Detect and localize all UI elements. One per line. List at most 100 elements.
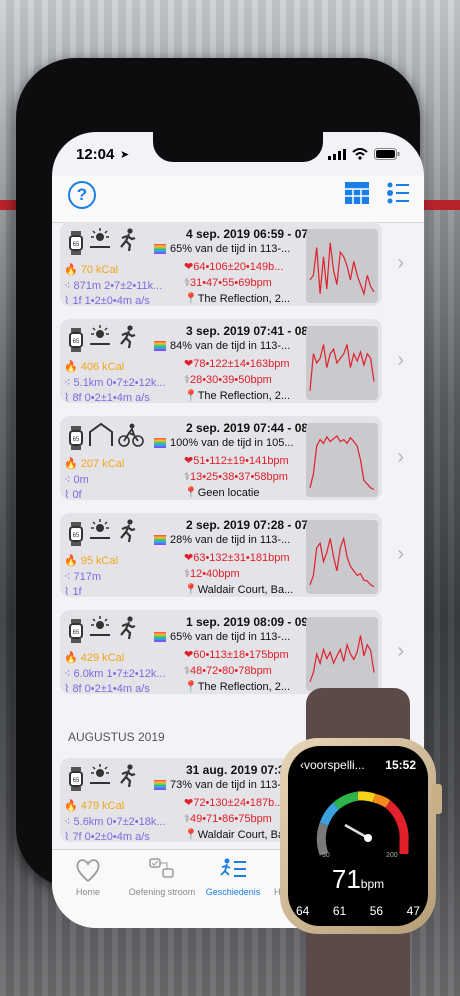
- flame-icon: 🔥: [64, 652, 78, 664]
- workout-card[interactable]: 65 100% van de tijd in 105... 2 sep. 201…: [60, 416, 404, 501]
- zone-rainbow-icon: [154, 244, 166, 255]
- sparkline-series: [309, 635, 375, 683]
- signal-icon: [328, 148, 346, 160]
- heart-rate-variability: ⚕28•30•39•50bpm: [184, 374, 272, 386]
- location: 📍The Reflection, 2...: [184, 390, 291, 402]
- location: 📍The Reflection, 2...: [184, 293, 291, 305]
- chevron-right-icon[interactable]: ›: [397, 252, 404, 275]
- cycling-icon: [118, 423, 144, 447]
- location: 📍The Reflection, 2...: [184, 681, 291, 693]
- zone-rainbow-icon: [154, 780, 166, 791]
- workout-card[interactable]: 65 84% van de tijd in 113-... 3 sep. 201…: [60, 319, 404, 404]
- calories: 🔥 429 kCal: [64, 652, 125, 664]
- tab-home[interactable]: Home: [66, 856, 110, 897]
- heart-rate-sparkline: [306, 326, 378, 400]
- calories: 🔥 95 kCal: [64, 555, 119, 567]
- calories: 🔥 207 kCal: [64, 458, 125, 470]
- calories: 🔥 70 kCal: [64, 264, 119, 276]
- svg-text:65: 65: [73, 339, 80, 345]
- steps-icon: ⁖: [64, 816, 71, 828]
- gauge-high-label: 200: [386, 852, 398, 859]
- watch-value: 61: [332, 904, 347, 918]
- chevron-right-icon[interactable]: ›: [397, 446, 404, 469]
- distance: ⁖ 871m 2•7±2•11k...: [64, 280, 163, 292]
- tab-exercise-flow[interactable]: Oefening stroom: [126, 856, 198, 897]
- sparkline-series: [309, 536, 375, 588]
- watch-screen: ‹voorspelli... 15:52 30 200 71bpm 64 61 …: [288, 746, 428, 926]
- pin-icon: 📍: [184, 390, 198, 402]
- workout-date-title: 2 sep. 2019 07:28 - 07:40: [186, 518, 326, 532]
- watch-crown: [432, 784, 442, 814]
- chevron-right-icon[interactable]: ›: [397, 640, 404, 663]
- watch-bpm-readout: 71bpm: [331, 864, 385, 894]
- top-toolbar: ?: [52, 176, 424, 223]
- chevron-right-icon[interactable]: ›: [397, 349, 404, 372]
- history-runner-icon: [220, 858, 246, 877]
- steps-icon: ⁖: [64, 571, 71, 583]
- distance: ⁖ 6.0km 1•7±2•12k...: [64, 668, 166, 680]
- stairs-icon: ⌇: [64, 683, 70, 695]
- heart-rate-sparkline: [306, 520, 378, 594]
- workout-card[interactable]: 65 65% van de tijd in 113-... 1 sep. 201…: [60, 610, 404, 695]
- stairs-icon: ⌇: [64, 392, 70, 404]
- location: 📍Waldair Court, Ba...: [184, 829, 294, 841]
- stairs-icon: ⌇: [64, 586, 70, 598]
- watch-value: 56: [369, 904, 384, 918]
- watch-title[interactable]: ‹voorspelli...: [300, 758, 365, 772]
- sun-outdoor-icon: [90, 228, 110, 248]
- zone-rainbow-icon: [154, 632, 166, 643]
- sun-outdoor-icon: [90, 519, 110, 539]
- card-icons: 65: [68, 422, 144, 453]
- watch-value: 64: [296, 904, 310, 918]
- heart-icon: ❤: [184, 455, 194, 467]
- running-icon: [120, 616, 136, 640]
- zone-text: 65% van de tijd in 113-...: [170, 243, 291, 255]
- heart-icon: ❤: [184, 797, 194, 809]
- heart-rate: ❤51•112±19•141bpm: [184, 455, 289, 467]
- help-button[interactable]: ?: [68, 181, 96, 209]
- pin-icon: 📍: [184, 584, 198, 596]
- chevron-right-icon[interactable]: ›: [397, 543, 404, 566]
- status-time: 12:04: [76, 146, 115, 163]
- zone-text: 100% van de tijd in 105...: [170, 437, 294, 449]
- zone-line: 84% van de tijd in 113-...: [154, 340, 290, 352]
- running-icon: [120, 764, 136, 788]
- steps-icon: ⁖: [64, 377, 71, 389]
- workout-card[interactable]: 65 65% van de tijd in 113-... 4 sep. 201…: [60, 222, 404, 307]
- sun-outdoor-icon: [90, 764, 110, 784]
- table-view-icon[interactable]: [344, 181, 370, 205]
- heart-rate: ❤60•113±18•175bpm: [184, 649, 289, 661]
- altitude: ⌇ 8f 0•2±1•4m a/s: [64, 392, 150, 404]
- gauge-low-label: 30: [322, 852, 330, 859]
- heart-rate: ❤78•122±14•163bpm: [184, 358, 290, 370]
- watch-icon: 65: [69, 618, 83, 643]
- card-icons: 65: [68, 325, 138, 354]
- distance: ⁖ 717m: [64, 571, 102, 583]
- pin-icon: 📍: [184, 487, 198, 499]
- card-icons: 65: [68, 519, 138, 548]
- heart-rate-sparkline: [306, 229, 378, 303]
- workout-date-title: 1 sep. 2019 08:09 - 09:13: [186, 615, 326, 629]
- flame-icon: 🔥: [64, 555, 78, 567]
- phone-notch: [153, 132, 323, 162]
- pin-icon: 📍: [184, 681, 198, 693]
- running-icon: [120, 519, 136, 543]
- heart-icon: ❤: [184, 552, 194, 564]
- workout-date-title: 3 sep. 2019 07:41 - 08:27: [186, 324, 326, 338]
- zone-line: 73% van de tijd in 113-1...: [154, 779, 296, 791]
- watch-case: ‹voorspelli... 15:52 30 200 71bpm 64 61 …: [280, 738, 442, 934]
- tab-history[interactable]: Geschiedenis: [202, 856, 264, 897]
- heart-rate-variability: ⚕48•72•80•78bpm: [184, 665, 272, 677]
- calories: 🔥 479 kCal: [64, 800, 125, 812]
- watch-time: 15:52: [385, 758, 416, 772]
- workout-card[interactable]: 65 28% van de tijd in 113-... 2 sep. 201…: [60, 513, 404, 598]
- flame-icon: 🔥: [64, 264, 78, 276]
- smartwatch: ‹voorspelli... 15:52 30 200 71bpm 64 61 …: [280, 688, 442, 996]
- flame-icon: 🔥: [64, 800, 78, 812]
- wifi-icon: [352, 148, 368, 160]
- location: 📍Geen locatie: [184, 487, 260, 499]
- list-options-icon[interactable]: [386, 181, 410, 205]
- battery-icon: [374, 148, 400, 160]
- heart-icon: ❤: [184, 358, 194, 370]
- heart-rate-variability: ⚕12•40bpm: [184, 568, 240, 580]
